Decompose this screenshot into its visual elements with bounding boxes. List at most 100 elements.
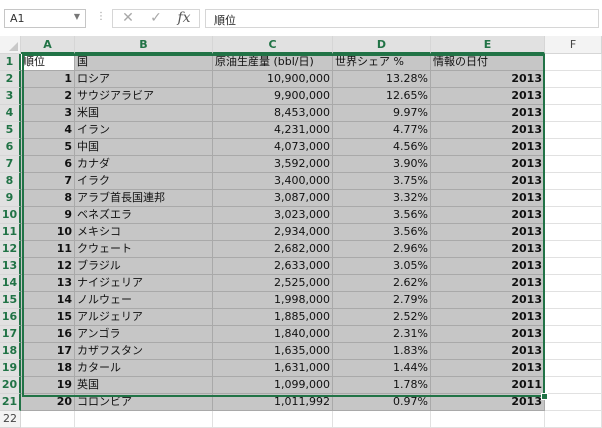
cell-f11[interactable] bbox=[545, 224, 602, 241]
cell-b8[interactable]: イラク bbox=[75, 173, 213, 190]
cell-b18[interactable]: カザフスタン bbox=[75, 343, 213, 360]
cell-f12[interactable] bbox=[545, 241, 602, 258]
cell-d21[interactable]: 0.97% bbox=[333, 394, 431, 411]
cell-a4[interactable]: 3 bbox=[21, 105, 75, 122]
cell-a21[interactable]: 20 bbox=[21, 394, 75, 411]
row-header-22[interactable]: 22 bbox=[0, 411, 21, 428]
column-header-c[interactable]: C bbox=[213, 36, 333, 54]
cell-b15[interactable]: ノルウェー bbox=[75, 292, 213, 309]
cell-b16[interactable]: アルジェリア bbox=[75, 309, 213, 326]
cell-e1[interactable]: 情報の日付 bbox=[431, 54, 545, 71]
cell-c13[interactable]: 2,633,000 bbox=[213, 258, 333, 275]
cell-a16[interactable]: 15 bbox=[21, 309, 75, 326]
cell-e11[interactable]: 2013 bbox=[431, 224, 545, 241]
cell-b7[interactable]: カナダ bbox=[75, 156, 213, 173]
row-header-4[interactable]: 4 bbox=[0, 105, 21, 122]
cell-b10[interactable]: ベネズエラ bbox=[75, 207, 213, 224]
row-header-5[interactable]: 5 bbox=[0, 122, 21, 139]
cell-c22[interactable] bbox=[213, 411, 333, 428]
drag-handle-icon[interactable]: ⋮ bbox=[96, 11, 106, 22]
cell-a11[interactable]: 10 bbox=[21, 224, 75, 241]
name-box[interactable]: A1 ▼ bbox=[4, 9, 86, 28]
cell-f14[interactable] bbox=[545, 275, 602, 292]
cell-c10[interactable]: 3,023,000 bbox=[213, 207, 333, 224]
cell-b6[interactable]: 中国 bbox=[75, 139, 213, 156]
cell-f7[interactable] bbox=[545, 156, 602, 173]
insert-function-icon[interactable]: fx bbox=[171, 10, 197, 27]
cell-f1[interactable] bbox=[545, 54, 602, 71]
cell-e3[interactable]: 2013 bbox=[431, 88, 545, 105]
row-header-19[interactable]: 19 bbox=[0, 360, 21, 377]
cell-e19[interactable]: 2013 bbox=[431, 360, 545, 377]
cell-b17[interactable]: アンゴラ bbox=[75, 326, 213, 343]
cell-c5[interactable]: 4,231,000 bbox=[213, 122, 333, 139]
cell-e17[interactable]: 2013 bbox=[431, 326, 545, 343]
cell-d14[interactable]: 2.62% bbox=[333, 275, 431, 292]
cell-c20[interactable]: 1,099,000 bbox=[213, 377, 333, 394]
cell-a10[interactable]: 9 bbox=[21, 207, 75, 224]
cell-c2[interactable]: 10,900,000 bbox=[213, 71, 333, 88]
cell-e10[interactable]: 2013 bbox=[431, 207, 545, 224]
cell-f3[interactable] bbox=[545, 88, 602, 105]
cell-a2[interactable]: 1 bbox=[21, 71, 75, 88]
row-header-9[interactable]: 9 bbox=[0, 190, 21, 207]
cell-c14[interactable]: 2,525,000 bbox=[213, 275, 333, 292]
cell-c3[interactable]: 9,900,000 bbox=[213, 88, 333, 105]
cell-a14[interactable]: 13 bbox=[21, 275, 75, 292]
cell-d8[interactable]: 3.75% bbox=[333, 173, 431, 190]
column-header-e[interactable]: E bbox=[431, 36, 545, 54]
cell-b19[interactable]: カタール bbox=[75, 360, 213, 377]
cell-d12[interactable]: 2.96% bbox=[333, 241, 431, 258]
cell-c6[interactable]: 4,073,000 bbox=[213, 139, 333, 156]
column-header-f[interactable]: F bbox=[545, 36, 602, 54]
cell-a1[interactable]: 順位 bbox=[21, 54, 75, 71]
cell-e20[interactable]: 2011 bbox=[431, 377, 545, 394]
formula-input[interactable]: 順位 bbox=[205, 9, 599, 28]
cell-f5[interactable] bbox=[545, 122, 602, 139]
cell-e6[interactable]: 2013 bbox=[431, 139, 545, 156]
cell-a6[interactable]: 5 bbox=[21, 139, 75, 156]
cell-a8[interactable]: 7 bbox=[21, 173, 75, 190]
row-header-12[interactable]: 12 bbox=[0, 241, 21, 258]
row-header-1[interactable]: 1 bbox=[0, 54, 21, 71]
row-header-8[interactable]: 8 bbox=[0, 173, 21, 190]
cell-b5[interactable]: イラン bbox=[75, 122, 213, 139]
column-header-a[interactable]: A bbox=[21, 36, 75, 54]
fill-handle[interactable] bbox=[541, 393, 548, 400]
cell-c17[interactable]: 1,840,000 bbox=[213, 326, 333, 343]
cell-f17[interactable] bbox=[545, 326, 602, 343]
cell-c1[interactable]: 原油生産量 (bbl/日) bbox=[213, 54, 333, 71]
cell-f21[interactable] bbox=[545, 394, 602, 411]
cell-f20[interactable] bbox=[545, 377, 602, 394]
cell-a20[interactable]: 19 bbox=[21, 377, 75, 394]
cell-c19[interactable]: 1,631,000 bbox=[213, 360, 333, 377]
cell-d2[interactable]: 13.28% bbox=[333, 71, 431, 88]
row-header-10[interactable]: 10 bbox=[0, 207, 21, 224]
row-header-21[interactable]: 21 bbox=[0, 394, 21, 411]
cell-a17[interactable]: 16 bbox=[21, 326, 75, 343]
cell-b1[interactable]: 国 bbox=[75, 54, 213, 71]
cell-e9[interactable]: 2013 bbox=[431, 190, 545, 207]
row-header-7[interactable]: 7 bbox=[0, 156, 21, 173]
cell-d5[interactable]: 4.77% bbox=[333, 122, 431, 139]
cell-f6[interactable] bbox=[545, 139, 602, 156]
cell-d11[interactable]: 3.56% bbox=[333, 224, 431, 241]
row-header-2[interactable]: 2 bbox=[0, 71, 21, 88]
cell-d20[interactable]: 1.78% bbox=[333, 377, 431, 394]
cell-b21[interactable]: コロンビア bbox=[75, 394, 213, 411]
cell-f18[interactable] bbox=[545, 343, 602, 360]
cell-a9[interactable]: 8 bbox=[21, 190, 75, 207]
row-header-3[interactable]: 3 bbox=[0, 88, 21, 105]
cell-f16[interactable] bbox=[545, 309, 602, 326]
enter-check-icon[interactable]: ✓ bbox=[143, 10, 169, 27]
select-all-corner[interactable] bbox=[0, 36, 21, 54]
cell-e21[interactable]: 2013 bbox=[431, 394, 545, 411]
cell-e8[interactable]: 2013 bbox=[431, 173, 545, 190]
cell-e7[interactable]: 2013 bbox=[431, 156, 545, 173]
cell-a13[interactable]: 12 bbox=[21, 258, 75, 275]
column-header-b[interactable]: B bbox=[75, 36, 213, 54]
cancel-x-icon[interactable]: ✕ bbox=[115, 10, 141, 27]
cell-d4[interactable]: 9.97% bbox=[333, 105, 431, 122]
cell-d6[interactable]: 4.56% bbox=[333, 139, 431, 156]
cell-a5[interactable]: 4 bbox=[21, 122, 75, 139]
